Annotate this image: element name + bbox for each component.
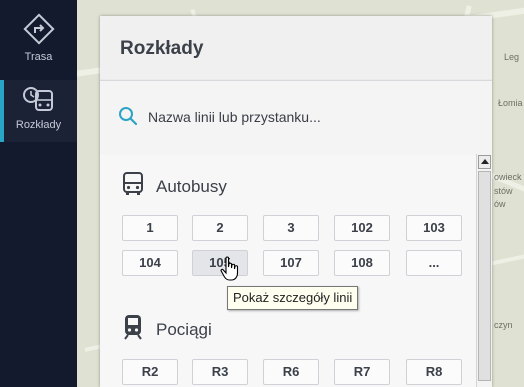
- map-label: Leg: [504, 52, 520, 62]
- line-button[interactable]: R7: [334, 359, 390, 385]
- map-label: owieck: [494, 172, 522, 182]
- scrollbar[interactable]: [476, 154, 492, 387]
- section-header-trains: Pociągi: [122, 314, 212, 345]
- map-label: ów: [494, 199, 506, 209]
- section-title: Autobusy: [156, 176, 227, 196]
- line-button[interactable]: 103: [406, 215, 462, 241]
- search-input[interactable]: [148, 106, 468, 128]
- line-button[interactable]: 107: [263, 250, 319, 276]
- search-icon[interactable]: [118, 106, 138, 131]
- section-title: Pociągi: [156, 319, 212, 339]
- sidebar: Trasa Rozkłady: [0, 0, 77, 387]
- line-button[interactable]: 1: [122, 215, 178, 241]
- active-indicator: [0, 80, 4, 142]
- more-lines-button[interactable]: ...: [406, 250, 462, 276]
- sidebar-item-label: Rozkłady: [15, 119, 62, 131]
- panel-header: Rozkłady: [100, 16, 492, 79]
- line-button[interactable]: R2: [122, 359, 178, 385]
- line-button[interactable]: R3: [192, 359, 248, 385]
- line-button[interactable]: 104: [122, 250, 178, 276]
- bus-icon: [122, 172, 144, 201]
- line-list: Autobusy 1 2 3 102 103 104 105 107 108 .…: [100, 154, 492, 387]
- line-button[interactable]: R8: [406, 359, 462, 385]
- bus-schedule-icon: [0, 86, 77, 119]
- line-button[interactable]: 102: [334, 215, 390, 241]
- line-button[interactable]: R6: [263, 359, 319, 385]
- sidebar-item-trasa[interactable]: Trasa: [0, 12, 77, 74]
- tooltip: Pokaż szczegóły linii: [227, 286, 359, 310]
- route-icon: [22, 13, 56, 50]
- sidebar-item-rozklady[interactable]: Rozkłady: [0, 80, 77, 142]
- map-label: stów: [494, 186, 513, 196]
- line-button[interactable]: 2: [192, 215, 248, 241]
- map-label: Łomia: [498, 98, 523, 108]
- line-button[interactable]: 108: [334, 250, 390, 276]
- section-header-buses: Autobusy: [122, 172, 227, 201]
- scroll-thumb[interactable]: [478, 171, 491, 381]
- hand-cursor-icon: [220, 256, 242, 287]
- line-button[interactable]: 3: [263, 215, 319, 241]
- map-label: czyn: [494, 320, 513, 330]
- scroll-up-arrow-icon[interactable]: [478, 155, 491, 169]
- search-bar: [100, 80, 492, 155]
- page-title: Rozkłady: [120, 38, 204, 59]
- schedules-panel: Rozkłady Autobusy: [100, 16, 492, 387]
- sidebar-item-label: Trasa: [24, 51, 53, 63]
- train-icon: [122, 314, 144, 345]
